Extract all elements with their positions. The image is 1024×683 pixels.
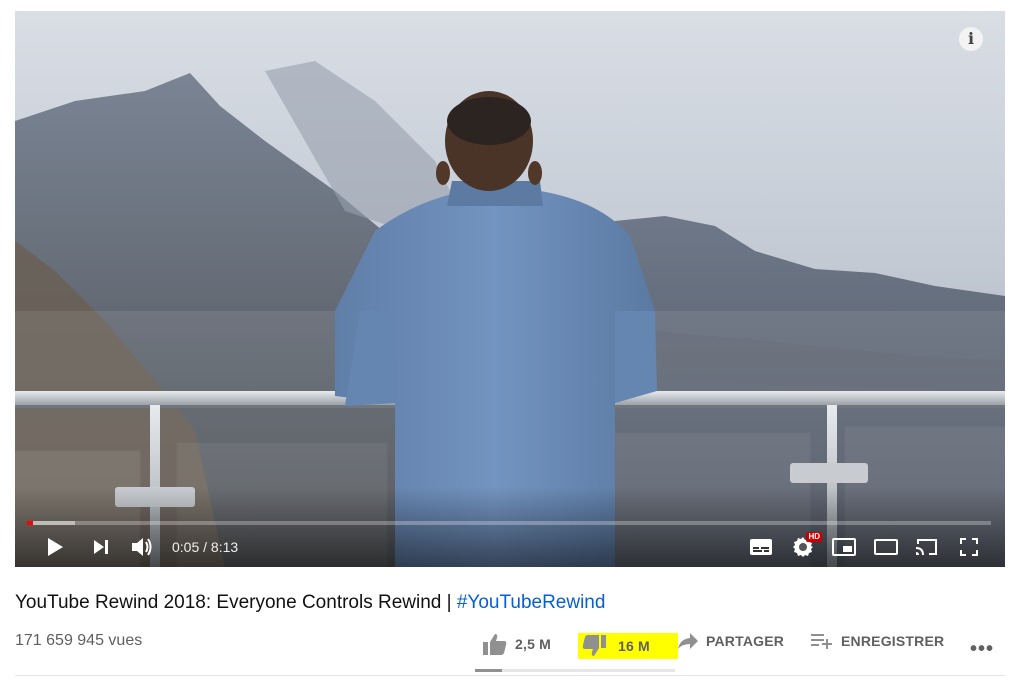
save-button[interactable]: ENREGISTRER <box>811 633 944 649</box>
share-icon <box>678 633 698 649</box>
like-ratio-fill <box>475 669 502 672</box>
cast-icon <box>916 539 937 555</box>
video-frame <box>15 11 1005 567</box>
fullscreen-icon <box>960 538 978 556</box>
like-dislike-ratio-bar <box>475 669 675 672</box>
next-icon <box>94 540 108 554</box>
subtitles-icon <box>750 539 772 555</box>
settings-button[interactable]: HD <box>790 532 822 559</box>
time-display: 0:05 / 8:13 <box>172 539 239 555</box>
dislike-highlight: 16 M <box>578 633 678 659</box>
like-button[interactable]: 2,5 M <box>483 633 551 655</box>
like-count: 2,5 M <box>515 636 552 652</box>
add-to-playlist-icon <box>811 634 832 649</box>
dislike-button[interactable]: 16 M <box>578 633 678 659</box>
share-label: PARTAGER <box>706 633 785 649</box>
share-button[interactable]: PARTAGER <box>678 633 784 649</box>
miniplayer-button[interactable] <box>831 535 857 559</box>
thumbs-down-icon <box>582 635 606 656</box>
video-player[interactable]: i 0:05 / 8:13 HD <box>15 11 1005 567</box>
buffer-fill <box>27 521 76 525</box>
more-actions-icon[interactable]: ••• <box>970 638 994 661</box>
miniplayer-icon <box>832 538 856 556</box>
subtitles-button[interactable] <box>748 535 774 559</box>
view-count: 171 659 945 vues <box>15 632 143 649</box>
video-title-text: YouTube Rewind 2018: Everyone Controls R… <box>15 592 457 613</box>
divider <box>15 675 1005 676</box>
played-fill <box>27 521 33 525</box>
volume-button[interactable] <box>129 535 157 559</box>
video-title: YouTube Rewind 2018: Everyone Controls R… <box>15 592 605 614</box>
dislike-count: 16 M <box>618 638 650 654</box>
play-icon <box>48 538 63 556</box>
volume-icon <box>132 538 152 556</box>
hd-badge: HD <box>806 532 822 542</box>
progress-bar[interactable] <box>27 521 991 525</box>
play-button[interactable] <box>43 535 67 559</box>
next-button[interactable] <box>89 535 113 559</box>
theater-mode-button[interactable] <box>873 535 899 559</box>
hashtag-link[interactable]: #YouTubeRewind <box>457 592 606 613</box>
thumbs-up-icon <box>483 634 507 655</box>
save-label: ENREGISTRER <box>841 633 945 649</box>
cast-button[interactable] <box>913 535 941 559</box>
fullscreen-button[interactable] <box>956 535 982 559</box>
info-icon[interactable]: i <box>959 27 983 51</box>
theater-mode-icon <box>874 539 898 555</box>
